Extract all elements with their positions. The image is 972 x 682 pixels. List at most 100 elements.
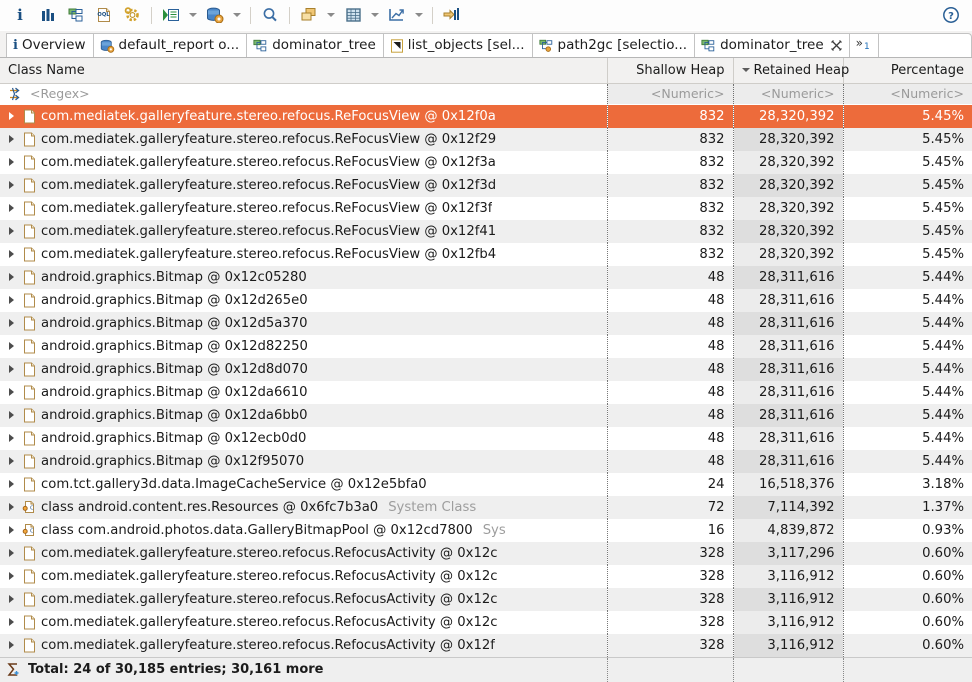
export-table-icon[interactable]: [339, 2, 367, 28]
tab-dominator-tree-1[interactable]: dominator_tree: [246, 33, 383, 57]
table-row[interactable]: android.graphics.Bitmap @ 0x12ecb0d04828…: [0, 427, 972, 450]
row-class-name-cell[interactable]: android.graphics.Bitmap @ 0x12f95070: [0, 450, 607, 473]
compare-snapshot-icon[interactable]: [438, 2, 466, 28]
tab-overflow-button[interactable]: » 1: [849, 33, 879, 57]
export-chart-icon[interactable]: [383, 2, 411, 28]
filter-percentage-cell[interactable]: <Numeric>: [843, 83, 972, 104]
expand-arrow-icon[interactable]: [6, 542, 17, 565]
expand-arrow-icon[interactable]: [6, 243, 17, 266]
table-row[interactable]: Cclass com.android.photos.data.GalleryBi…: [0, 519, 972, 542]
table-row[interactable]: com.mediatek.galleryfeature.stereo.refoc…: [0, 542, 972, 565]
table-row[interactable]: com.mediatek.galleryfeature.stereo.refoc…: [0, 197, 972, 220]
row-class-name-cell[interactable]: com.mediatek.galleryfeature.stereo.refoc…: [0, 243, 607, 266]
row-class-name-cell[interactable]: com.mediatek.galleryfeature.stereo.refoc…: [0, 542, 607, 565]
tab-overview[interactable]: i Overview: [6, 33, 93, 57]
column-header-percentage[interactable]: Percentage: [843, 58, 972, 83]
expand-arrow-icon[interactable]: [6, 450, 17, 473]
table-row[interactable]: com.mediatek.galleryfeature.stereo.refoc…: [0, 128, 972, 151]
tab-dominator-tree-active[interactable]: dominator_tree: [694, 33, 849, 57]
table-row[interactable]: android.graphics.Bitmap @ 0x12da6bb04828…: [0, 404, 972, 427]
table-row[interactable]: com.mediatek.galleryfeature.stereo.refoc…: [0, 565, 972, 588]
filter-shallow-heap-cell[interactable]: <Numeric>: [607, 83, 733, 104]
row-class-name-cell[interactable]: com.mediatek.galleryfeature.stereo.refoc…: [0, 174, 607, 197]
row-class-name-cell[interactable]: android.graphics.Bitmap @ 0x12da6bb0: [0, 404, 607, 427]
column-header-class-name[interactable]: Class Name: [0, 58, 607, 83]
row-class-name-cell[interactable]: com.mediatek.galleryfeature.stereo.refoc…: [0, 588, 607, 611]
expand-arrow-icon[interactable]: [6, 197, 17, 220]
table-row[interactable]: android.graphics.Bitmap @ 0x12d822504828…: [0, 335, 972, 358]
table-row[interactable]: com.tct.gallery3d.data.ImageCacheService…: [0, 473, 972, 496]
expand-arrow-icon[interactable]: [6, 358, 17, 381]
table-row[interactable]: android.graphics.Bitmap @ 0x12d5a3704828…: [0, 312, 972, 335]
row-class-name-cell[interactable]: android.graphics.Bitmap @ 0x12d265e0: [0, 289, 607, 312]
table-row[interactable]: Cclass android.content.res.Resources @ 0…: [0, 496, 972, 519]
row-class-name-cell[interactable]: Cclass android.content.res.Resources @ 0…: [0, 496, 607, 519]
row-class-name-cell[interactable]: android.graphics.Bitmap @ 0x12ecb0d0: [0, 427, 607, 450]
histogram-icon[interactable]: [34, 2, 62, 28]
row-class-name-cell[interactable]: com.mediatek.galleryfeature.stereo.refoc…: [0, 104, 607, 128]
expand-arrow-icon[interactable]: [6, 128, 17, 151]
tab-default-report[interactable]: default_report o...: [93, 33, 247, 57]
expand-arrow-icon[interactable]: [6, 151, 17, 174]
expand-arrow-icon[interactable]: [6, 588, 17, 611]
expand-arrow-icon[interactable]: [6, 105, 17, 128]
column-header-retained-heap[interactable]: Retained Heap: [733, 58, 843, 83]
row-class-name-cell[interactable]: com.tct.gallery3d.data.ImageCacheService…: [0, 473, 607, 496]
row-class-name-cell[interactable]: android.graphics.Bitmap @ 0x12c05280: [0, 266, 607, 289]
table-row[interactable]: com.mediatek.galleryfeature.stereo.refoc…: [0, 611, 972, 634]
table-row[interactable]: android.graphics.Bitmap @ 0x12d265e04828…: [0, 289, 972, 312]
row-class-name-cell[interactable]: com.mediatek.galleryfeature.stereo.refoc…: [0, 611, 607, 634]
column-header-shallow-heap[interactable]: Shallow Heap: [607, 58, 733, 83]
row-class-name-cell[interactable]: com.mediatek.galleryfeature.stereo.refoc…: [0, 197, 607, 220]
expand-arrow-icon[interactable]: [6, 519, 17, 542]
close-icon[interactable]: [831, 40, 842, 51]
table-row[interactable]: com.mediatek.galleryfeature.stereo.refoc…: [0, 104, 972, 128]
table-row[interactable]: android.graphics.Bitmap @ 0x12f950704828…: [0, 450, 972, 473]
expand-arrow-icon[interactable]: [6, 312, 17, 335]
table-row[interactable]: com.mediatek.galleryfeature.stereo.refoc…: [0, 634, 972, 658]
table-row[interactable]: android.graphics.Bitmap @ 0x12d8d0704828…: [0, 358, 972, 381]
expand-arrow-icon[interactable]: [6, 335, 17, 358]
row-class-name-cell[interactable]: com.mediatek.galleryfeature.stereo.refoc…: [0, 151, 607, 174]
run-expert-system-icon[interactable]: [118, 2, 146, 28]
row-class-name-cell[interactable]: com.mediatek.galleryfeature.stereo.refoc…: [0, 565, 607, 588]
table-row[interactable]: com.mediatek.galleryfeature.stereo.refoc…: [0, 220, 972, 243]
table-row[interactable]: com.mediatek.galleryfeature.stereo.refoc…: [0, 243, 972, 266]
expand-arrow-icon[interactable]: [6, 220, 17, 243]
table-row[interactable]: com.mediatek.galleryfeature.stereo.refoc…: [0, 174, 972, 197]
tab-path2gc[interactable]: path2gc [selectio...: [532, 33, 695, 57]
oql-icon[interactable]: OQL: [90, 2, 118, 28]
export-chart-dropdown-arrow[interactable]: [411, 2, 427, 28]
export-table-dropdown-arrow[interactable]: [367, 2, 383, 28]
row-class-name-cell[interactable]: com.mediatek.galleryfeature.stereo.refoc…: [0, 220, 607, 243]
expand-arrow-icon[interactable]: [6, 266, 17, 289]
row-class-name-cell[interactable]: Cclass com.android.photos.data.GalleryBi…: [0, 519, 607, 542]
row-class-name-cell[interactable]: android.graphics.Bitmap @ 0x12d82250: [0, 335, 607, 358]
report-icon[interactable]: [201, 2, 229, 28]
expand-arrow-icon[interactable]: [6, 565, 17, 588]
table-row[interactable]: android.graphics.Bitmap @ 0x12c052804828…: [0, 266, 972, 289]
expand-arrow-icon[interactable]: [6, 174, 17, 197]
inspector-info-icon[interactable]: i: [6, 2, 34, 28]
expand-arrow-icon[interactable]: [6, 496, 17, 519]
row-class-name-cell[interactable]: com.mediatek.galleryfeature.stereo.refoc…: [0, 128, 607, 151]
row-class-name-cell[interactable]: android.graphics.Bitmap @ 0x12da6610: [0, 381, 607, 404]
tab-list-objects[interactable]: list_objects [sel...: [383, 33, 532, 57]
group-result-dropdown-arrow[interactable]: [323, 2, 339, 28]
expand-arrow-icon[interactable]: [6, 634, 17, 657]
expand-arrow-icon[interactable]: [6, 473, 17, 496]
group-result-icon[interactable]: [295, 2, 323, 28]
find-object-icon[interactable]: [256, 2, 284, 28]
expand-arrow-icon[interactable]: [6, 381, 17, 404]
row-class-name-cell[interactable]: android.graphics.Bitmap @ 0x12d8d070: [0, 358, 607, 381]
expand-arrow-icon[interactable]: [6, 289, 17, 312]
filter-class-name-cell[interactable]: <Regex>: [0, 83, 607, 104]
help-icon[interactable]: ?: [940, 4, 962, 26]
report-dropdown-arrow[interactable]: [229, 2, 245, 28]
table-row[interactable]: com.mediatek.galleryfeature.stereo.refoc…: [0, 588, 972, 611]
expand-arrow-icon[interactable]: [6, 427, 17, 450]
expand-arrow-icon[interactable]: [6, 404, 17, 427]
filter-retained-heap-cell[interactable]: <Numeric>: [733, 83, 843, 104]
dominator-tree-icon[interactable]: [62, 2, 90, 28]
row-class-name-cell[interactable]: com.mediatek.galleryfeature.stereo.refoc…: [0, 634, 607, 658]
